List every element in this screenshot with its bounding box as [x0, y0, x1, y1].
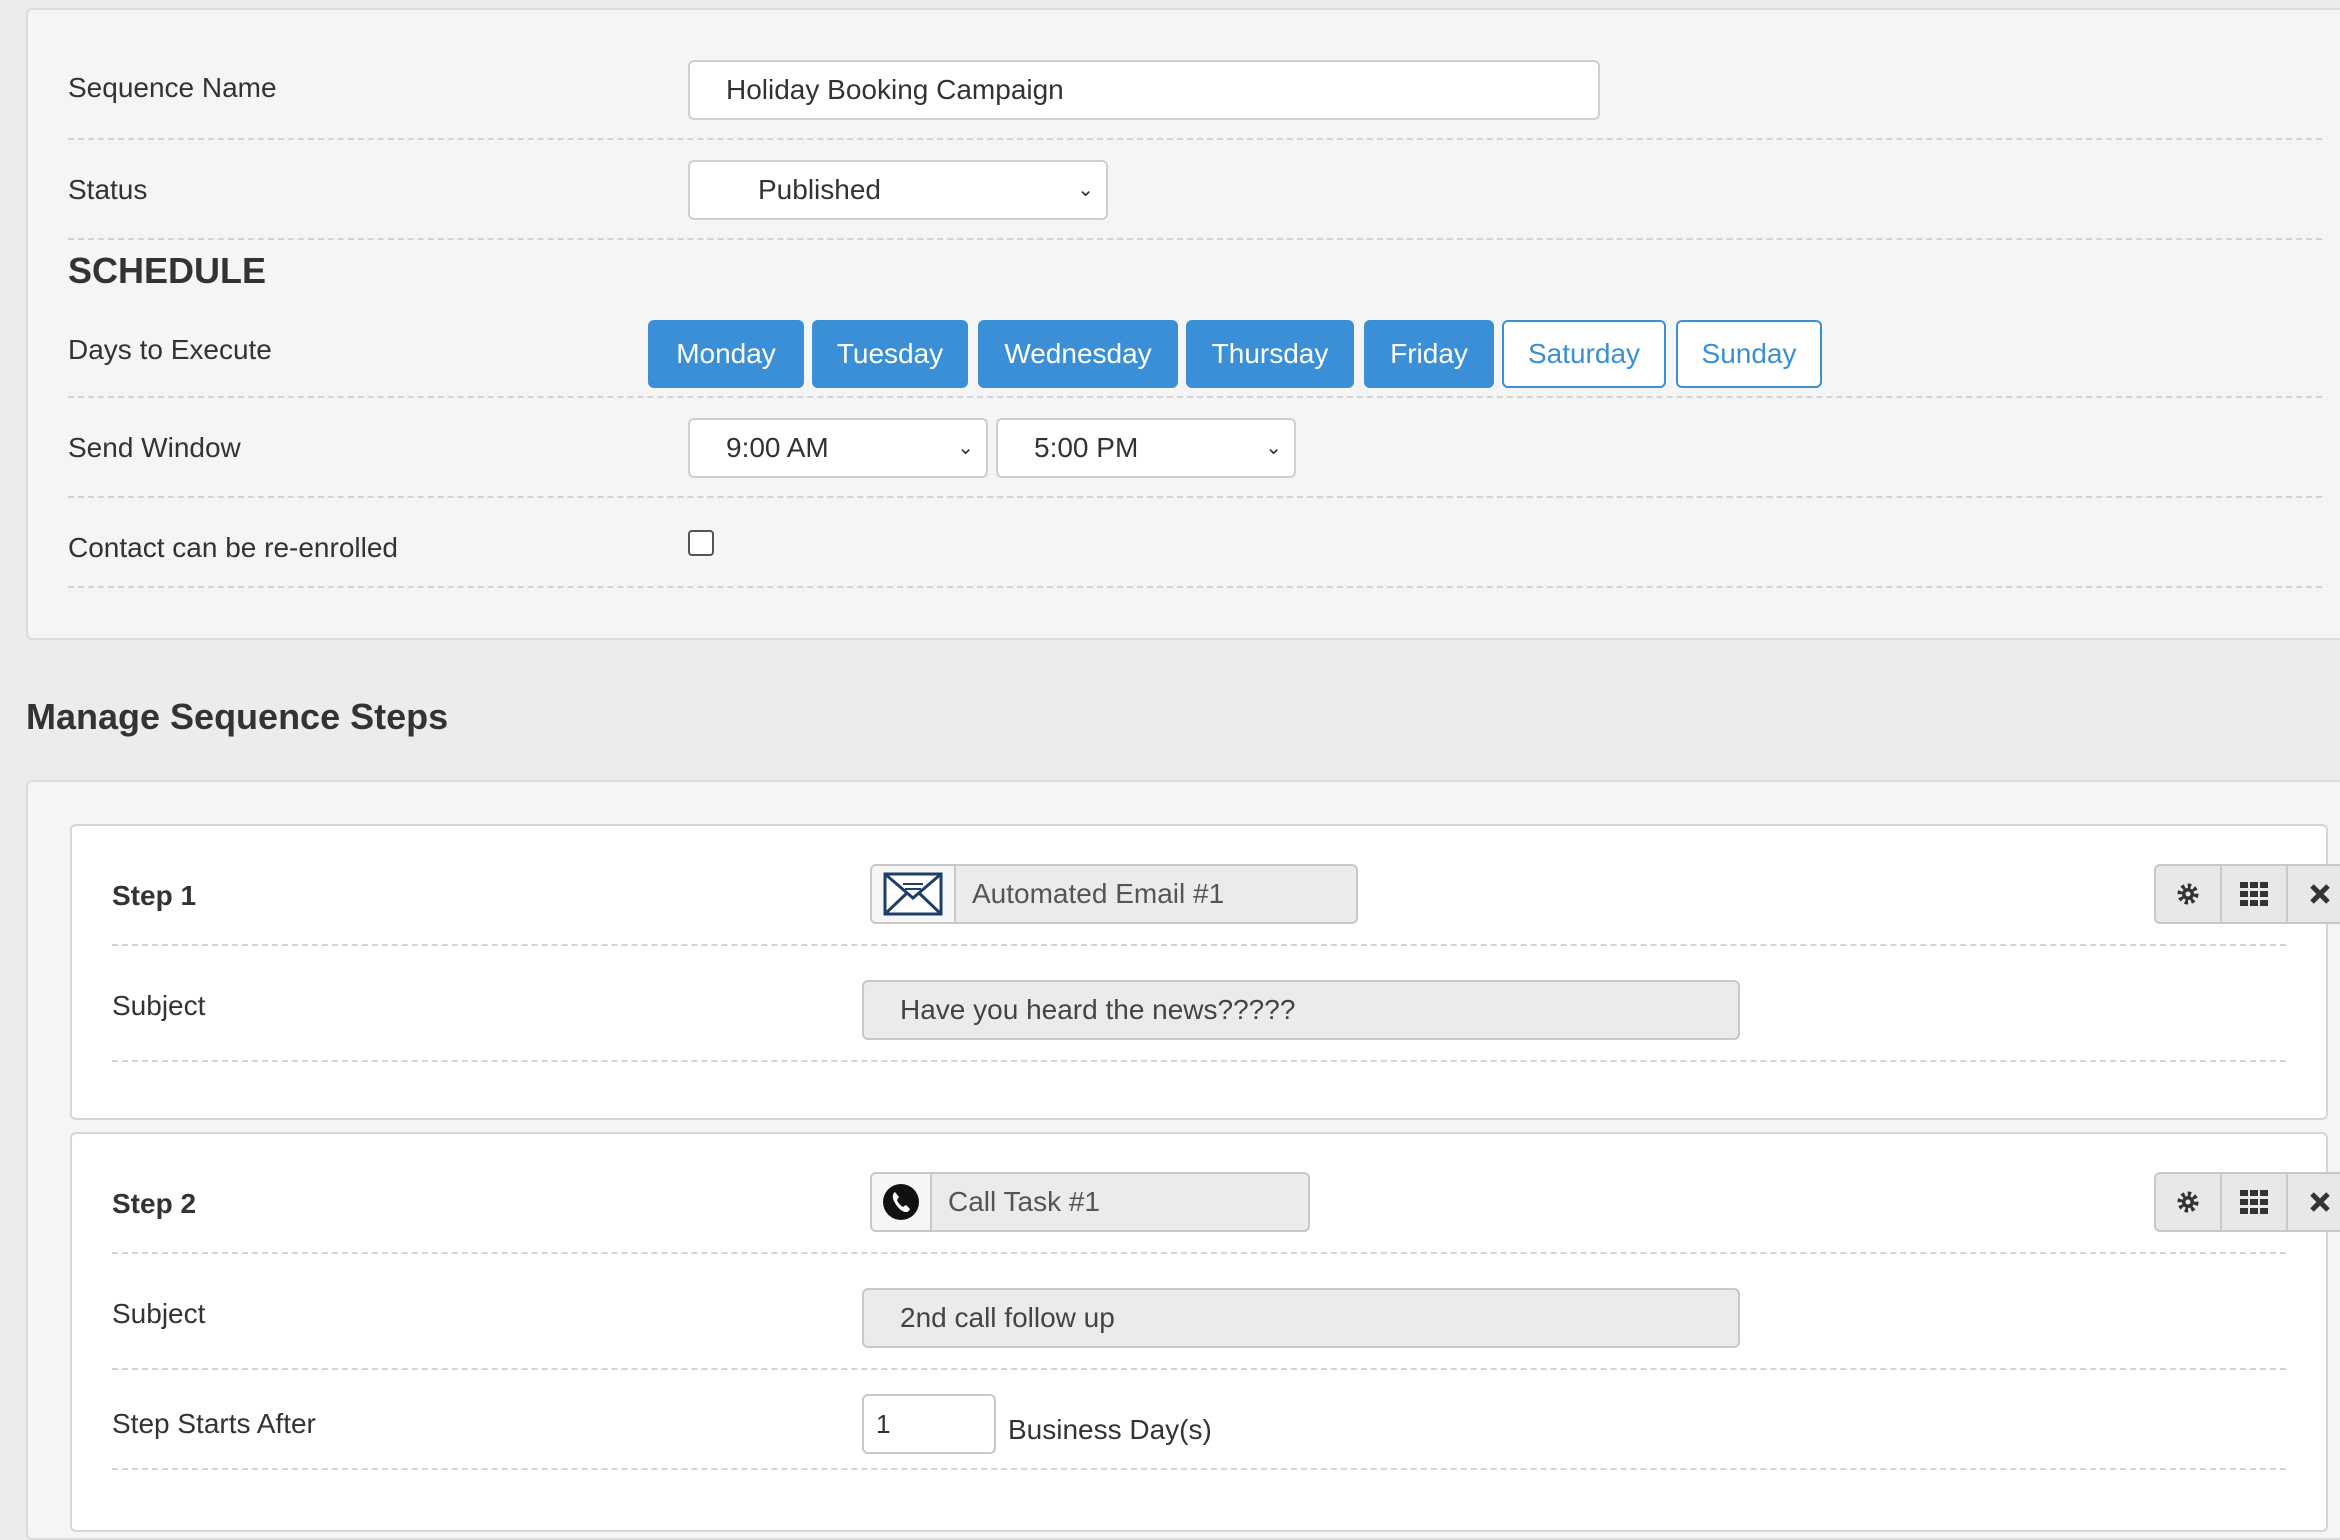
gear-icon[interactable]	[2156, 1174, 2222, 1230]
step-subject-row: Subject 2nd call follow up	[112, 1254, 2286, 1370]
step-actions	[2154, 1172, 2340, 1232]
steps-panel: Step 1 Automated Email #1 Subject Have y…	[26, 780, 2340, 1540]
send-window-end-value: 5:00 PM	[1034, 432, 1139, 463]
steps-heading: Manage Sequence Steps	[26, 696, 449, 737]
gear-icon[interactable]	[2156, 866, 2222, 922]
step-header-row: Step 2 Call Task #1	[112, 1134, 2340, 1254]
day-button-friday[interactable]: Friday	[1364, 320, 1494, 388]
step-starts-after-input[interactable]: 1	[862, 1394, 996, 1454]
send-window-start-value: 9:00 AM	[726, 432, 829, 463]
status-select[interactable]: Published ⌄	[688, 160, 1108, 220]
step-type-name: Call Task #1	[948, 1186, 1101, 1217]
chevron-down-icon: ⌄	[1077, 179, 1094, 201]
step-title: Step 1	[112, 880, 197, 911]
status-label: Status	[68, 174, 148, 205]
chevron-down-icon: ⌄	[957, 437, 974, 459]
step-actions	[2154, 864, 2340, 924]
step-card-2: Step 2 Call Task #1 Subject 2nd call fol…	[70, 1132, 2340, 1532]
day-button-thursday[interactable]: Thursday	[1186, 320, 1354, 388]
step-subject-input[interactable]: 2nd call follow up	[862, 1288, 1740, 1348]
day-button-monday[interactable]: Monday	[648, 320, 804, 388]
day-button-saturday[interactable]: Saturday	[1502, 320, 1666, 388]
chevron-down-icon: ⌄	[1265, 437, 1282, 459]
envelope-icon	[872, 866, 956, 922]
step-type-name: Automated Email #1	[972, 878, 1225, 909]
grid-icon[interactable]	[2222, 866, 2288, 922]
close-icon[interactable]	[2288, 866, 2340, 922]
reenroll-label: Contact can be re-enrolled	[68, 532, 398, 563]
close-icon[interactable]	[2288, 1174, 2340, 1230]
sequence-settings-panel: Sequence Name Holiday Booking Campaign S…	[26, 8, 2340, 640]
day-button-tuesday[interactable]: Tuesday	[812, 320, 968, 388]
status-row: Status Published ⌄	[68, 140, 2322, 240]
step-subject-label: Subject	[112, 990, 206, 1021]
reenroll-row: Contact can be re-enrolled	[68, 498, 2322, 588]
step-title: Step 2	[112, 1188, 197, 1219]
step-type-box[interactable]: Call Task #1	[870, 1172, 1310, 1232]
day-button-sunday[interactable]: Sunday	[1676, 320, 1822, 388]
step-subject-row: Subject Have you heard the news?????	[112, 946, 2286, 1062]
phone-icon	[872, 1174, 932, 1230]
step-type-box[interactable]: Automated Email #1	[870, 864, 1358, 924]
sequence-name-row: Sequence Name Holiday Booking Campaign	[68, 28, 2322, 140]
sequence-name-input[interactable]: Holiday Booking Campaign	[688, 60, 1600, 120]
grid-icon[interactable]	[2222, 1174, 2288, 1230]
step-starts-after-unit: Business Day(s)	[1008, 1414, 1212, 1445]
step-starts-after-row: Step Starts After 1 Business Day(s)	[112, 1370, 2286, 1470]
send-window-label: Send Window	[68, 432, 241, 463]
day-button-wednesday[interactable]: Wednesday	[978, 320, 1178, 388]
step-starts-after-label: Step Starts After	[112, 1408, 316, 1439]
step-card-1: Step 1 Automated Email #1 Subject Have y…	[70, 824, 2340, 1120]
send-window-start-select[interactable]: 9:00 AM ⌄	[688, 418, 988, 478]
sequence-name-label: Sequence Name	[68, 72, 277, 103]
send-window-end-select[interactable]: 5:00 PM ⌄	[996, 418, 1296, 478]
status-select-value: Published	[758, 174, 881, 205]
days-label: Days to Execute	[68, 334, 272, 365]
reenroll-checkbox[interactable]	[688, 530, 714, 556]
send-window-row: Send Window 9:00 AM ⌄ 5:00 PM ⌄	[68, 398, 2322, 498]
step-subject-input[interactable]: Have you heard the news?????	[862, 980, 1740, 1040]
step-header-row: Step 1 Automated Email #1	[112, 826, 2340, 946]
step-subject-label: Subject	[112, 1298, 206, 1329]
